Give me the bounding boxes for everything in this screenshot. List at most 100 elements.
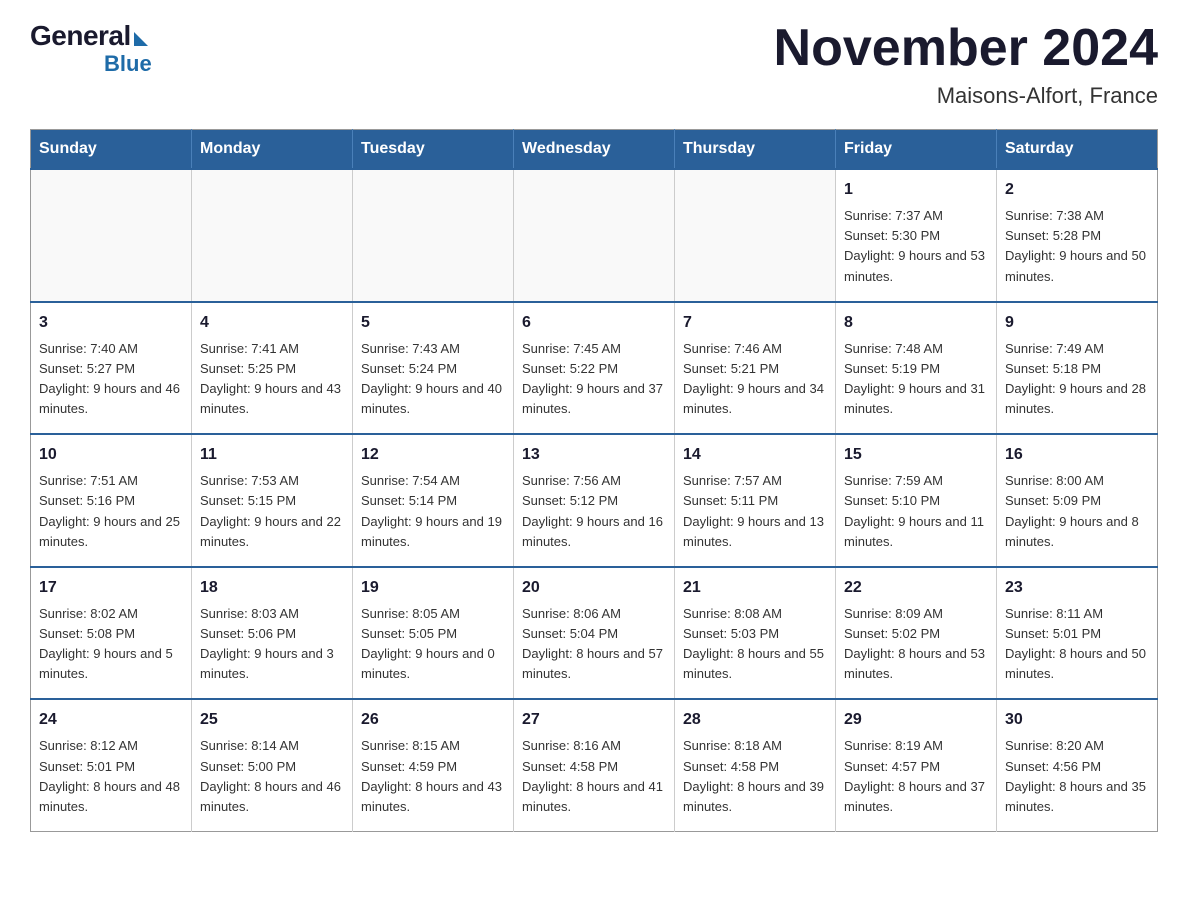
day-info: Sunrise: 8:00 AMSunset: 5:09 PMDaylight:…	[1005, 471, 1149, 552]
calendar-day-cell: 3 Sunrise: 7:40 AMSunset: 5:27 PMDaylight…	[31, 302, 192, 435]
day-info: Sunrise: 7:59 AMSunset: 5:10 PMDaylight:…	[844, 471, 988, 552]
day-info: Sunrise: 8:06 AMSunset: 5:04 PMDaylight:…	[522, 604, 666, 685]
calendar-day-cell: 4Sunrise: 7:41 AMSunset: 5:25 PMDaylight…	[192, 302, 353, 435]
calendar-day-cell: 1 Sunrise: 7:37 AMSunset: 5:30 PMDaylight…	[836, 169, 997, 302]
calendar-day-cell: 17 Sunrise: 8:02 AMSunset: 5:08 PMDayligh…	[31, 567, 192, 700]
day-info: Sunrise: 7:40 AMSunset: 5:27 PMDaylight:…	[39, 339, 183, 420]
day-info: Sunrise: 7:43 AMSunset: 5:24 PMDaylight:…	[361, 339, 505, 420]
day-number: 20	[522, 576, 666, 600]
calendar-day-cell: 7 Sunrise: 7:46 AMSunset: 5:21 PMDaylight…	[675, 302, 836, 435]
day-info: Sunrise: 7:57 AMSunset: 5:11 PMDaylight:…	[683, 471, 827, 552]
day-info: Sunrise: 7:41 AMSunset: 5:25 PMDaylight:…	[200, 339, 344, 420]
day-number: 23	[1005, 576, 1149, 600]
calendar-day-cell	[675, 169, 836, 302]
calendar-day-cell: 18Sunrise: 8:03 AMSunset: 5:06 PMDayligh…	[192, 567, 353, 700]
day-info: Sunrise: 8:02 AMSunset: 5:08 PMDaylight:…	[39, 604, 183, 685]
day-number: 28	[683, 708, 827, 732]
day-info: Sunrise: 8:16 AMSunset: 4:58 PMDaylight:…	[522, 736, 666, 817]
day-number: 12	[361, 443, 505, 467]
day-number: 17	[39, 576, 183, 600]
day-info: Sunrise: 8:18 AMSunset: 4:58 PMDaylight:…	[683, 736, 827, 817]
weekday-header-saturday: Saturday	[997, 130, 1158, 170]
calendar-day-cell: 29 Sunrise: 8:19 AMSunset: 4:57 PMDayligh…	[836, 699, 997, 831]
day-info: Sunrise: 8:15 AMSunset: 4:59 PMDaylight:…	[361, 736, 505, 817]
day-number: 9	[1005, 311, 1149, 335]
calendar-day-cell	[353, 169, 514, 302]
weekday-header-thursday: Thursday	[675, 130, 836, 170]
calendar-day-cell: 12Sunrise: 7:54 AMSunset: 5:14 PMDayligh…	[353, 434, 514, 567]
day-info: Sunrise: 8:09 AMSunset: 5:02 PMDaylight:…	[844, 604, 988, 685]
calendar-day-cell: 25 Sunrise: 8:14 AMSunset: 5:00 PMDayligh…	[192, 699, 353, 831]
day-info: Sunrise: 7:37 AMSunset: 5:30 PMDaylight:…	[844, 206, 988, 287]
day-info: Sunrise: 8:08 AMSunset: 5:03 PMDaylight:…	[683, 604, 827, 685]
weekday-header-friday: Friday	[836, 130, 997, 170]
day-info: Sunrise: 7:53 AMSunset: 5:15 PMDaylight:…	[200, 471, 344, 552]
calendar-day-cell: 13 Sunrise: 7:56 AMSunset: 5:12 PMDayligh…	[514, 434, 675, 567]
logo-arrow-icon	[134, 32, 148, 46]
weekday-header-wednesday: Wednesday	[514, 130, 675, 170]
day-number: 16	[1005, 443, 1149, 467]
calendar-week-4: 17 Sunrise: 8:02 AMSunset: 5:08 PMDayligh…	[31, 567, 1158, 700]
calendar-week-5: 24 Sunrise: 8:12 AMSunset: 5:01 PMDayligh…	[31, 699, 1158, 831]
day-info: Sunrise: 8:19 AMSunset: 4:57 PMDaylight:…	[844, 736, 988, 817]
location-subtitle: Maisons-Alfort, France	[774, 83, 1158, 109]
day-number: 19	[361, 576, 505, 600]
calendar-day-cell: 23Sunrise: 8:11 AMSunset: 5:01 PMDayligh…	[997, 567, 1158, 700]
calendar-day-cell: 24 Sunrise: 8:12 AMSunset: 5:01 PMDayligh…	[31, 699, 192, 831]
day-number: 26	[361, 708, 505, 732]
calendar-day-cell: 16 Sunrise: 8:00 AMSunset: 5:09 PMDayligh…	[997, 434, 1158, 567]
day-info: Sunrise: 7:49 AMSunset: 5:18 PMDaylight:…	[1005, 339, 1149, 420]
day-info: Sunrise: 7:56 AMSunset: 5:12 PMDaylight:…	[522, 471, 666, 552]
day-info: Sunrise: 8:12 AMSunset: 5:01 PMDaylight:…	[39, 736, 183, 817]
day-info: Sunrise: 8:20 AMSunset: 4:56 PMDaylight:…	[1005, 736, 1149, 817]
day-info: Sunrise: 7:46 AMSunset: 5:21 PMDaylight:…	[683, 339, 827, 420]
weekday-header-tuesday: Tuesday	[353, 130, 514, 170]
day-number: 25	[200, 708, 344, 732]
day-number: 15	[844, 443, 988, 467]
calendar-day-cell: 10 Sunrise: 7:51 AMSunset: 5:16 PMDayligh…	[31, 434, 192, 567]
day-info: Sunrise: 7:48 AMSunset: 5:19 PMDaylight:…	[844, 339, 988, 420]
day-number: 22	[844, 576, 988, 600]
logo: General Gene Blue	[30, 20, 152, 82]
calendar-day-cell: 26 Sunrise: 8:15 AMSunset: 4:59 PMDayligh…	[353, 699, 514, 831]
calendar-day-cell: 27Sunrise: 8:16 AMSunset: 4:58 PMDayligh…	[514, 699, 675, 831]
day-number: 5	[361, 311, 505, 335]
calendar-day-cell: 14Sunrise: 7:57 AMSunset: 5:11 PMDayligh…	[675, 434, 836, 567]
calendar-week-2: 3 Sunrise: 7:40 AMSunset: 5:27 PMDaylight…	[31, 302, 1158, 435]
calendar-day-cell: 2Sunrise: 7:38 AMSunset: 5:28 PMDaylight…	[997, 169, 1158, 302]
day-number: 24	[39, 708, 183, 732]
day-number: 7	[683, 311, 827, 335]
day-info: Sunrise: 8:14 AMSunset: 5:00 PMDaylight:…	[200, 736, 344, 817]
weekday-header-monday: Monday	[192, 130, 353, 170]
calendar-day-cell: 15 Sunrise: 7:59 AMSunset: 5:10 PMDayligh…	[836, 434, 997, 567]
day-info: Sunrise: 7:38 AMSunset: 5:28 PMDaylight:…	[1005, 206, 1149, 287]
day-number: 8	[844, 311, 988, 335]
logo-blue-text: Blue	[104, 51, 152, 77]
day-info: Sunrise: 8:03 AMSunset: 5:06 PMDaylight:…	[200, 604, 344, 685]
day-number: 3	[39, 311, 183, 335]
day-number: 13	[522, 443, 666, 467]
calendar-day-cell: 19 Sunrise: 8:05 AMSunset: 5:05 PMDayligh…	[353, 567, 514, 700]
calendar-day-cell: 11 Sunrise: 7:53 AMSunset: 5:15 PMDayligh…	[192, 434, 353, 567]
calendar-day-cell: 5 Sunrise: 7:43 AMSunset: 5:24 PMDaylight…	[353, 302, 514, 435]
calendar-day-cell: 20 Sunrise: 8:06 AMSunset: 5:04 PMDayligh…	[514, 567, 675, 700]
title-area: November 2024 Maisons-Alfort, France	[774, 20, 1158, 109]
day-number: 29	[844, 708, 988, 732]
day-number: 21	[683, 576, 827, 600]
calendar-day-cell: 6Sunrise: 7:45 AMSunset: 5:22 PMDaylight…	[514, 302, 675, 435]
logo-general-text: General	[30, 20, 131, 52]
page-header: General Gene Blue November 2024 Maisons-…	[30, 20, 1158, 109]
weekday-header-sunday: Sunday	[31, 130, 192, 170]
calendar-week-1: 1 Sunrise: 7:37 AMSunset: 5:30 PMDaylight…	[31, 169, 1158, 302]
calendar-day-cell: 21 Sunrise: 8:08 AMSunset: 5:03 PMDayligh…	[675, 567, 836, 700]
calendar-day-cell	[192, 169, 353, 302]
day-number: 10	[39, 443, 183, 467]
day-info: Sunrise: 8:05 AMSunset: 5:05 PMDaylight:…	[361, 604, 505, 685]
day-number: 11	[200, 443, 344, 467]
day-number: 1	[844, 178, 988, 202]
day-number: 30	[1005, 708, 1149, 732]
calendar-day-cell	[31, 169, 192, 302]
day-info: Sunrise: 7:51 AMSunset: 5:16 PMDaylight:…	[39, 471, 183, 552]
calendar-day-cell: 30 Sunrise: 8:20 AMSunset: 4:56 PMDayligh…	[997, 699, 1158, 831]
day-info: Sunrise: 7:45 AMSunset: 5:22 PMDaylight:…	[522, 339, 666, 420]
